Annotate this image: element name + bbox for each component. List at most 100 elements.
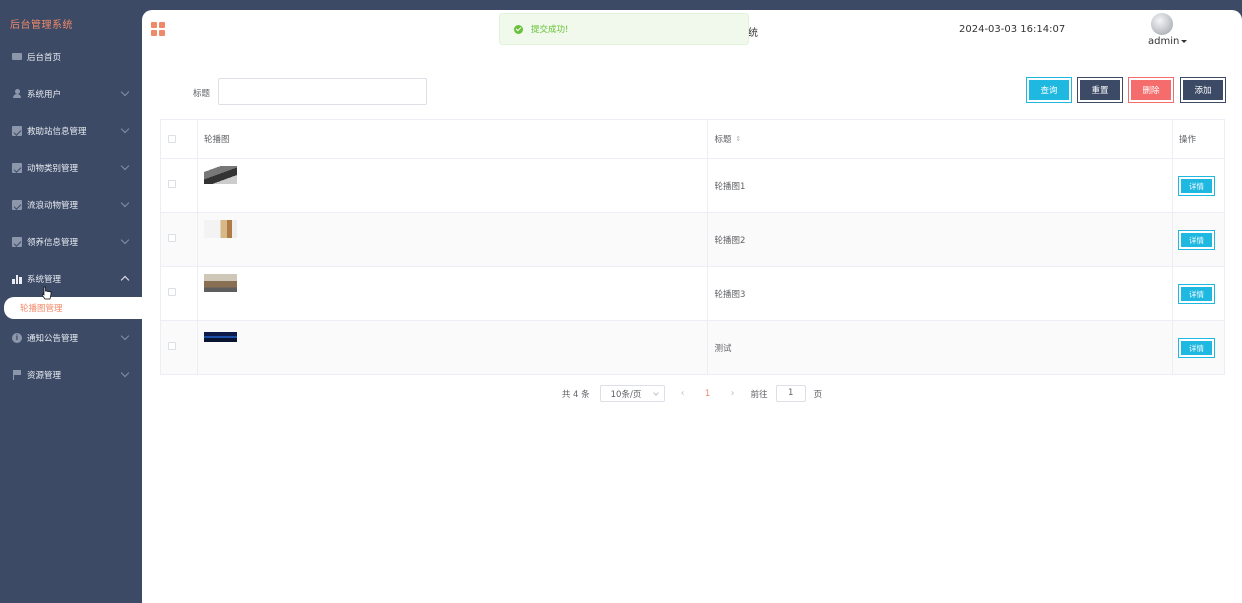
user-menu[interactable]: admin xyxy=(1148,36,1188,47)
goto-page-input[interactable]: 1 xyxy=(775,385,806,402)
brand-title: 后台管理系统 xyxy=(10,20,73,31)
success-toast: 提交成功! xyxy=(499,13,749,45)
detail-button[interactable]: 详情 xyxy=(1178,338,1216,358)
pointer-cursor-icon xyxy=(42,286,52,300)
sidebar-item-label: 领养信息管理 xyxy=(27,237,79,248)
detail-button[interactable]: 详情 xyxy=(1178,284,1216,304)
carousel-thumbnail xyxy=(203,332,237,342)
grid-menu-icon[interactable] xyxy=(151,22,165,36)
chevron-down-icon xyxy=(120,161,130,171)
reset-button[interactable]: 重置 xyxy=(1077,77,1123,103)
chevron-down-icon xyxy=(120,235,130,245)
select-all-cell xyxy=(161,120,198,158)
detail-button[interactable]: 详情 xyxy=(1178,176,1216,196)
sidebar-subitem-label: 轮播图管理 xyxy=(20,304,63,314)
sidebar-item-notices[interactable]: i 通知公告管理 xyxy=(0,319,142,356)
sidebar-item-label: 系统用户 xyxy=(27,89,62,100)
chevron-down-icon xyxy=(120,124,130,134)
sidebar-item-label: 资源管理 xyxy=(27,370,62,381)
sidebar-item-label: 动物类别管理 xyxy=(27,163,79,174)
search-title-input[interactable] xyxy=(218,78,427,105)
sidebar-item-label: 救助站信息管理 xyxy=(27,126,87,137)
query-button[interactable]: 查询 xyxy=(1026,77,1072,103)
sidebar-item-animal-category[interactable]: 动物类别管理 xyxy=(0,149,142,186)
info-icon: i xyxy=(12,332,22,343)
sidebar-subitem-carousel[interactable]: 轮播图管理 xyxy=(4,297,142,319)
caret-down-icon xyxy=(1181,39,1188,43)
table-row: 轮播图3 详情 xyxy=(161,267,1225,321)
page-size-select[interactable]: 10条/页 xyxy=(599,385,665,402)
table-row: 轮播图2 详情 xyxy=(161,213,1225,267)
sidebar-item-rescue-station[interactable]: 救助站信息管理 xyxy=(0,112,142,149)
header-title-fragment: 统 xyxy=(748,28,758,39)
row-checkbox[interactable] xyxy=(168,342,176,350)
chevron-down-icon xyxy=(120,198,130,208)
chevron-down-icon xyxy=(120,87,130,97)
image-cell xyxy=(198,159,709,212)
sidebar-item-adoption[interactable]: 领养信息管理 xyxy=(0,223,142,260)
detail-button[interactable]: 详情 xyxy=(1178,230,1216,250)
chevron-down-icon xyxy=(120,331,130,341)
pagination-total: 共 4 条 xyxy=(561,389,590,400)
row-checkbox[interactable] xyxy=(168,288,176,296)
page-suffix: 页 xyxy=(813,389,823,400)
delete-button[interactable]: 删除 xyxy=(1128,77,1174,103)
current-page[interactable]: 1 xyxy=(701,389,715,399)
top-strip xyxy=(0,0,1242,10)
row-select-cell xyxy=(161,321,198,374)
title-cell: 测试 xyxy=(708,321,1174,374)
row-select-cell xyxy=(161,159,198,212)
next-page-icon[interactable]: › xyxy=(723,388,743,399)
username: admin xyxy=(1148,36,1180,47)
monitor-icon xyxy=(12,53,22,60)
sidebar-menu: 后台首页 系统用户 救助站信息管理 动物类别管理 流浪动物管理 领养信息管理 系… xyxy=(0,38,142,393)
chevron-up-icon xyxy=(120,275,130,285)
prev-page-icon[interactable]: ‹ xyxy=(673,388,693,399)
sort-icon[interactable]: ⇕ xyxy=(736,135,742,143)
select-all-checkbox[interactable] xyxy=(168,135,176,143)
chevron-down-icon xyxy=(120,368,130,378)
row-checkbox[interactable] xyxy=(168,180,176,188)
header-image: 轮播图 xyxy=(198,120,709,158)
header-title[interactable]: 标题 ⇕ xyxy=(708,120,1174,158)
header-datetime: 2024-03-03 16:14:07 xyxy=(959,24,1066,35)
header-title-label: 标题 xyxy=(714,135,732,145)
sidebar-item-stray-animals[interactable]: 流浪动物管理 xyxy=(0,186,142,223)
avatar[interactable] xyxy=(1151,13,1173,35)
sidebar-item-system-management[interactable]: 系统管理 xyxy=(0,260,142,297)
goto-label: 前往 xyxy=(750,389,768,400)
carousel-thumbnail xyxy=(203,274,237,292)
table-row: 测试 详情 xyxy=(161,321,1225,375)
sidebar-item-home[interactable]: 后台首页 xyxy=(0,38,142,75)
carousel-table: 轮播图 标题 ⇕ 操作 轮播图1 详情 轮播图2 详情 轮播图3 详情 测试 详情 xyxy=(160,119,1225,375)
bar-chart-icon xyxy=(12,274,22,284)
main-panel: 统 提交成功! 2024-03-03 16:14:07 admin 标题 查询 … xyxy=(142,10,1242,603)
action-cell: 详情 xyxy=(1173,159,1225,212)
add-button[interactable]: 添加 xyxy=(1180,77,1226,103)
carousel-thumbnail xyxy=(203,166,237,184)
header-action: 操作 xyxy=(1173,120,1225,158)
image-cell xyxy=(198,321,709,374)
checkbox-icon xyxy=(12,162,22,173)
action-cell: 详情 xyxy=(1173,267,1225,320)
sidebar-item-label: 流浪动物管理 xyxy=(27,200,79,211)
sidebar-item-resources[interactable]: 资源管理 xyxy=(0,356,142,393)
carousel-thumbnail xyxy=(203,220,237,238)
pagination: 共 4 条 10条/页 ‹ 1 › 前往 1 页 xyxy=(142,385,1242,402)
row-select-cell xyxy=(161,267,198,320)
row-checkbox[interactable] xyxy=(168,234,176,242)
checkbox-icon xyxy=(12,199,22,210)
sidebar-item-label: 系统管理 xyxy=(27,274,62,285)
action-cell: 详情 xyxy=(1173,213,1225,266)
sidebar-item-system-users[interactable]: 系统用户 xyxy=(0,75,142,112)
checkbox-icon xyxy=(12,125,22,136)
sidebar-item-label: 后台首页 xyxy=(27,52,62,63)
toast-message: 提交成功! xyxy=(531,25,569,35)
image-cell xyxy=(198,213,709,266)
action-cell: 详情 xyxy=(1173,321,1225,374)
sidebar: 后台管理系统 后台首页 系统用户 救助站信息管理 动物类别管理 流浪动物管理 领… xyxy=(0,0,142,603)
sidebar-item-label: 通知公告管理 xyxy=(27,333,79,344)
row-select-cell xyxy=(161,213,198,266)
title-cell: 轮播图3 xyxy=(708,267,1174,320)
table-header-row: 轮播图 标题 ⇕ 操作 xyxy=(161,120,1225,159)
